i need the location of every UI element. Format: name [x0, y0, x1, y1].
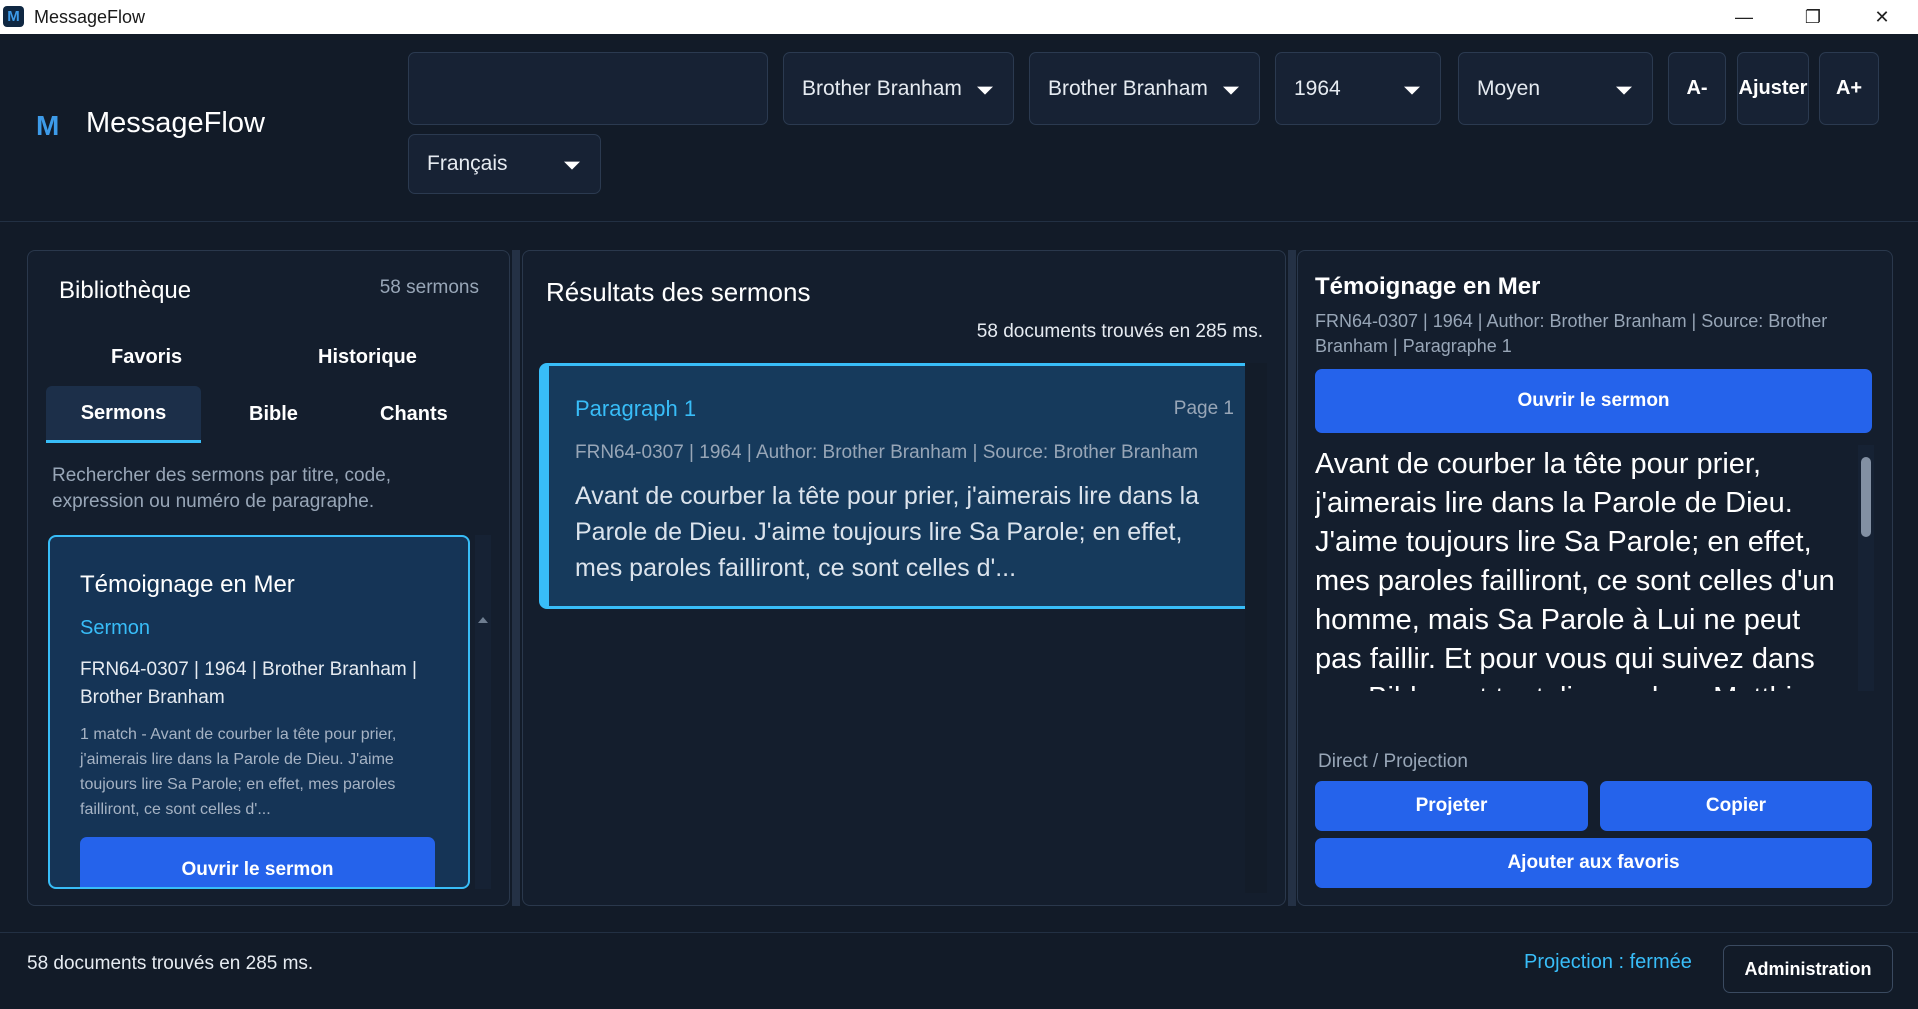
sermon-card-meta: FRN64-0307 | 1964 | Brother Branham | Br… — [80, 659, 417, 708]
administration-button[interactable]: Administration — [1723, 945, 1893, 993]
chevron-down-icon — [1223, 86, 1239, 95]
detail-scrollbar[interactable] — [1858, 445, 1874, 691]
chevron-down-icon — [564, 161, 580, 170]
detail-meta: FRN64-0307 | 1964 | Author: Brother Bran… — [1315, 311, 1828, 356]
maximize-button[interactable]: ❐ — [1783, 0, 1843, 34]
result-page: Page 1 — [1173, 398, 1234, 419]
sermon-card-snippet: 1 match - Avant de courber la tête pour … — [80, 726, 397, 818]
sermon-card[interactable]: Témoignage en Mer Sermon FRN64-0307 | 19… — [48, 535, 470, 889]
result-meta: FRN64-0307 | 1964 | Author: Brother Bran… — [575, 442, 1199, 463]
restore-icon: ❐ — [1804, 6, 1822, 27]
detail-scrollbar-thumb[interactable] — [1861, 457, 1871, 537]
detail-text: Avant de courber la tête pour prier, j'a… — [1315, 448, 1835, 691]
scroll-up-arrow-icon[interactable] — [478, 617, 488, 623]
font-increase-button[interactable]: A+ — [1819, 52, 1879, 125]
library-hint: Rechercher des sermons par titre, code, … — [52, 465, 391, 512]
source-select[interactable]: Brother Branham — [1029, 52, 1260, 125]
chevron-down-icon — [1616, 86, 1632, 95]
author-select[interactable]: Brother Branham — [783, 52, 1014, 125]
projection-status: Projection : fermée — [1524, 951, 1692, 973]
minimize-icon: — — [1735, 6, 1753, 27]
size-select[interactable]: Moyen — [1458, 52, 1653, 125]
library-count: 58 sermons — [379, 277, 479, 298]
results-title: Résultats des sermons — [546, 277, 811, 307]
results-scroll-track[interactable] — [1245, 363, 1267, 893]
detail-open-sermon-button[interactable]: Ouvrir le sermon — [1315, 369, 1872, 433]
tab-historique[interactable]: Historique — [318, 346, 417, 369]
font-fit-button[interactable]: Ajuster — [1737, 52, 1809, 125]
detail-text-viewport: Avant de courber la tête pour prier, j'a… — [1315, 445, 1855, 691]
result-card[interactable]: Paragraph 1 Page 1 FRN64-0307 | 1964 | A… — [539, 363, 1263, 609]
open-sermon-button[interactable]: Ouvrir le sermon — [80, 837, 435, 887]
close-icon: ✕ — [1874, 6, 1890, 27]
source-select-value: Brother Branham — [1048, 76, 1208, 100]
status-text: 58 documents trouvés en 285 ms. — [27, 953, 314, 974]
result-text: Avant de courber la tête pour prier, j'a… — [575, 482, 1200, 582]
results-summary: 58 documents trouvés en 285 ms. — [976, 321, 1263, 342]
tab-sermons-label: Sermons — [80, 401, 167, 424]
detail-title: Témoignage en Mer — [1315, 273, 1541, 300]
tab-chants[interactable]: Chants — [380, 403, 448, 426]
project-button[interactable]: Projeter — [1315, 781, 1588, 831]
search-input[interactable] — [408, 52, 768, 125]
minimize-button[interactable]: — — [1714, 0, 1774, 34]
library-scrollbar[interactable] — [475, 535, 491, 889]
result-card-accent — [542, 366, 549, 606]
pane-splitter-left[interactable] — [512, 250, 520, 906]
projection-section-label: Direct / Projection — [1318, 751, 1468, 772]
language-select-value: Français — [427, 152, 508, 175]
size-select-value: Moyen — [1477, 76, 1541, 100]
tab-favoris[interactable]: Favoris — [111, 346, 182, 369]
detail-panel: Témoignage en Mer FRN64-0307 | 1964 | Au… — [1297, 250, 1893, 906]
year-select-value: 1964 — [1294, 76, 1341, 100]
sermon-card-title: Témoignage en Mer — [80, 571, 295, 598]
copy-button[interactable]: Copier — [1600, 781, 1872, 831]
chevron-down-icon — [977, 86, 993, 95]
tab-sermons[interactable]: Sermons — [46, 386, 201, 443]
result-title: Paragraph 1 — [575, 396, 697, 421]
brand-name: MessageFlow — [86, 107, 265, 139]
language-select[interactable]: Français — [408, 134, 601, 194]
sermon-card-type: Sermon — [80, 617, 151, 639]
add-favorite-button[interactable]: Ajouter aux favoris — [1315, 838, 1872, 888]
app-root: M MessageFlow Brother Branham Brother Br… — [0, 34, 1918, 1009]
author-select-value: Brother Branham — [802, 76, 962, 100]
library-panel: Bibliothèque 58 sermons Favoris Historiq… — [27, 250, 510, 906]
app-icon: M — [3, 6, 24, 27]
window-title: MessageFlow — [34, 7, 146, 27]
status-bar: 58 documents trouvés en 285 ms. Projecti… — [0, 932, 1918, 1009]
font-decrease-button[interactable]: A- — [1668, 52, 1726, 125]
year-select[interactable]: 1964 — [1275, 52, 1441, 125]
pane-splitter-right[interactable] — [1288, 250, 1296, 906]
close-button[interactable]: ✕ — [1852, 0, 1912, 34]
logo-icon: M — [36, 110, 60, 141]
tab-bible[interactable]: Bible — [249, 403, 298, 426]
window-titlebar: M MessageFlow — ❐ ✕ — [0, 0, 1918, 34]
header: M MessageFlow Brother Branham Brother Br… — [0, 34, 1918, 222]
chevron-down-icon — [1404, 86, 1420, 95]
results-panel: Résultats des sermons 58 documents trouv… — [522, 250, 1286, 906]
library-title: Bibliothèque — [59, 277, 192, 304]
